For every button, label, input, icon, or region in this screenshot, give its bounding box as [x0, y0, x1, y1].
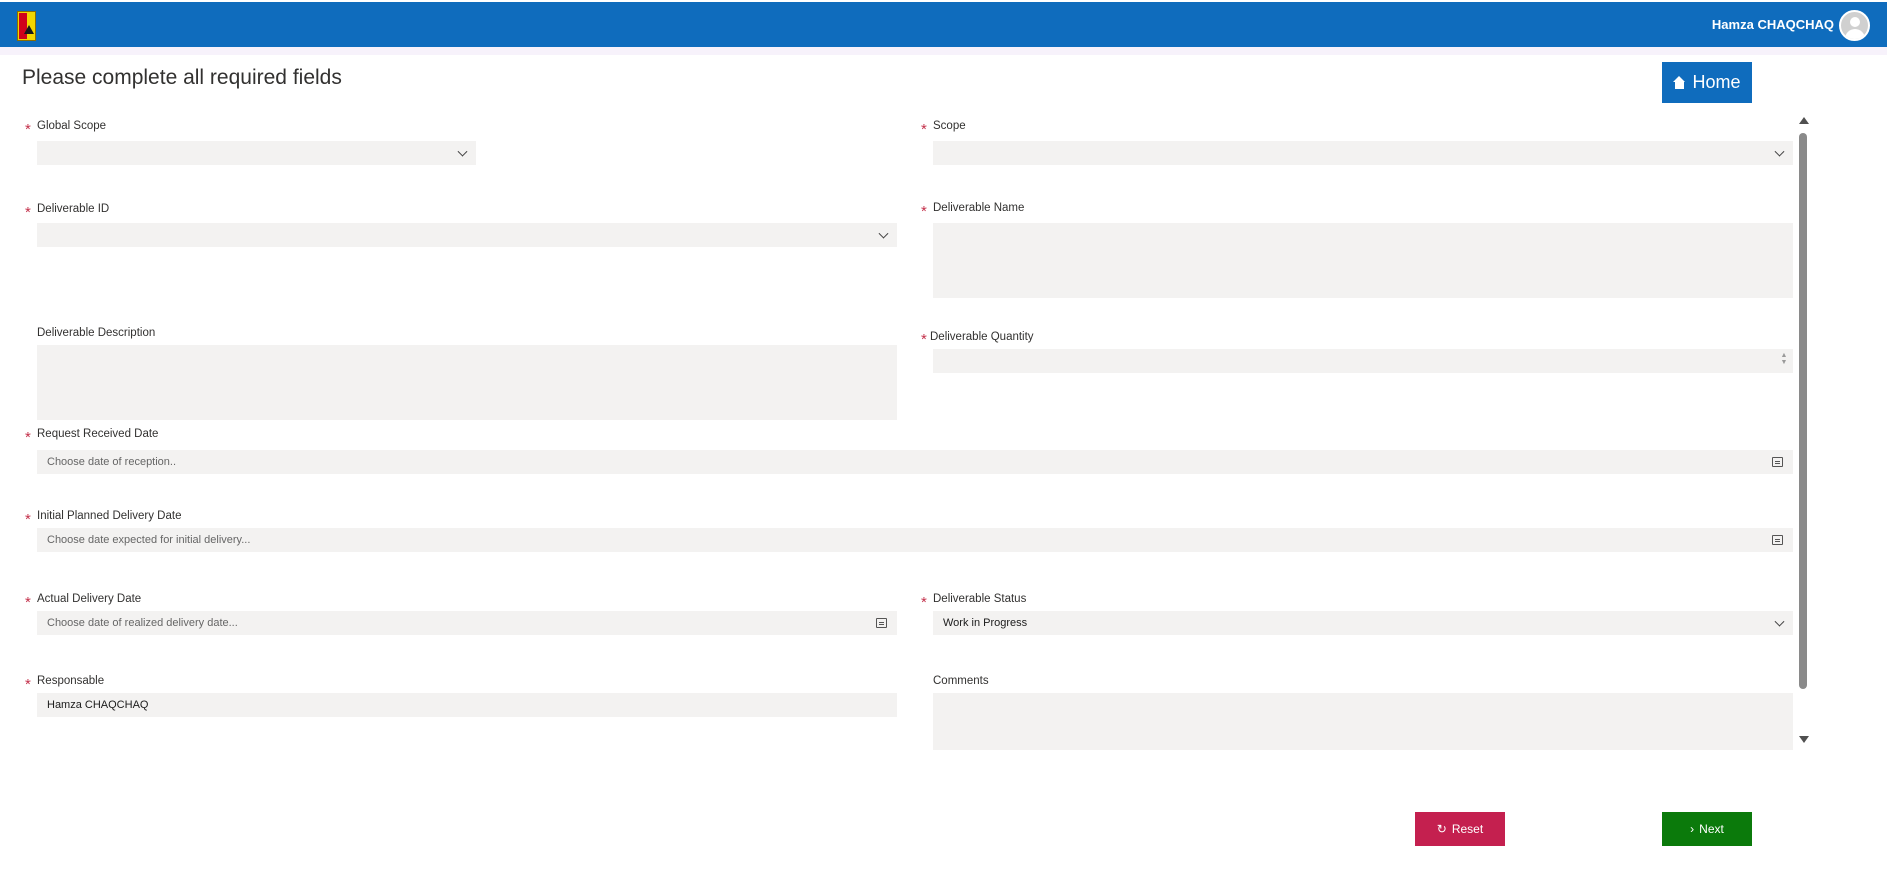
reset-icon: ↻ — [1436, 822, 1447, 836]
home-icon — [1673, 76, 1686, 89]
responsable-input[interactable]: Hamza CHAQCHAQ — [37, 693, 897, 717]
calendar-icon[interactable] — [1772, 457, 1783, 467]
top-bar: Hamza CHAQCHAQ — [0, 2, 1887, 47]
request-received-date-label: Request Received Date — [37, 428, 159, 440]
deliverable-status-label: Deliverable Status — [933, 593, 1027, 605]
request-received-date-placeholder: Choose date of reception.. — [47, 456, 177, 468]
calendar-icon[interactable] — [1772, 535, 1783, 545]
responsable-value: Hamza CHAQCHAQ — [47, 699, 149, 711]
required-marker: * — [921, 594, 927, 611]
actual-delivery-date-label: Actual Delivery Date — [37, 593, 142, 605]
deliverable-id-dropdown[interactable] — [37, 223, 897, 247]
chevron-right-icon: › — [1690, 822, 1695, 836]
reset-button-label: Reset — [1451, 822, 1484, 836]
request-received-date-picker[interactable]: Choose date of reception.. — [37, 450, 1793, 474]
scope-label: Scope — [933, 120, 966, 132]
chevron-down-icon — [1774, 146, 1785, 157]
global-scope-label: Global Scope — [37, 120, 107, 132]
next-button[interactable]: › Next — [1662, 812, 1752, 846]
scroll-thumb[interactable] — [1799, 133, 1807, 689]
required-marker: * — [25, 204, 31, 221]
required-marker: * — [921, 203, 927, 220]
next-button-label: Next — [1699, 822, 1724, 836]
initial-planned-delivery-date-placeholder: Choose date expected for initial deliver… — [47, 534, 251, 546]
required-marker: * — [25, 121, 31, 138]
deliverable-status-dropdown[interactable]: Work in Progress — [933, 611, 1793, 635]
deliverable-description-label: Deliverable Description — [37, 327, 156, 339]
actual-delivery-date-picker[interactable]: Choose date of realized delivery date... — [37, 611, 897, 635]
header-divider — [0, 47, 1887, 55]
chevron-down-icon — [457, 146, 468, 157]
required-marker: * — [921, 121, 927, 138]
form-scrollbar[interactable] — [1797, 117, 1809, 747]
required-marker: * — [921, 331, 927, 348]
comments-label: Comments — [933, 675, 989, 687]
scope-dropdown[interactable] — [933, 141, 1793, 165]
deliverable-status-value: Work in Progress — [943, 617, 1028, 629]
required-marker: * — [25, 594, 31, 611]
comments-textarea[interactable] — [933, 693, 1793, 750]
deliverable-quantity-label: Deliverable Quantity — [930, 331, 1034, 343]
chevron-down-icon — [1774, 616, 1785, 627]
deliverable-name-label: Deliverable Name — [933, 202, 1025, 214]
required-marker: * — [25, 676, 31, 693]
deliverable-description-textarea[interactable] — [37, 345, 897, 420]
scroll-down-arrow-icon[interactable] — [1799, 736, 1809, 743]
global-scope-dropdown[interactable] — [37, 141, 476, 165]
required-marker: * — [25, 511, 31, 528]
scroll-up-arrow-icon[interactable] — [1799, 117, 1809, 124]
required-marker: * — [25, 429, 31, 446]
deliverable-quantity-input[interactable]: ▲ ▼ — [933, 349, 1793, 373]
initial-planned-delivery-date-picker[interactable]: Choose date expected for initial deliver… — [37, 528, 1793, 552]
app-logo-icon[interactable] — [17, 11, 36, 41]
actual-delivery-date-placeholder: Choose date of realized delivery date... — [47, 617, 238, 629]
initial-planned-delivery-date-label: Initial Planned Delivery Date — [37, 510, 182, 522]
number-spinner-icon[interactable]: ▲ ▼ — [1780, 352, 1788, 368]
home-button-label: Home — [1692, 72, 1741, 92]
deliverable-name-textarea[interactable] — [933, 223, 1793, 298]
calendar-icon[interactable] — [876, 618, 887, 628]
reset-button[interactable]: ↻ Reset — [1415, 812, 1505, 846]
user-name: Hamza CHAQCHAQ — [1711, 17, 1834, 32]
chevron-down-icon — [878, 228, 889, 239]
responsable-label: Responsable — [37, 675, 105, 687]
deliverable-id-label: Deliverable ID — [37, 203, 110, 215]
user-avatar-icon[interactable] — [1839, 10, 1870, 41]
page-title: Please complete all required fields — [22, 66, 342, 89]
home-button[interactable]: Home — [1662, 62, 1752, 103]
